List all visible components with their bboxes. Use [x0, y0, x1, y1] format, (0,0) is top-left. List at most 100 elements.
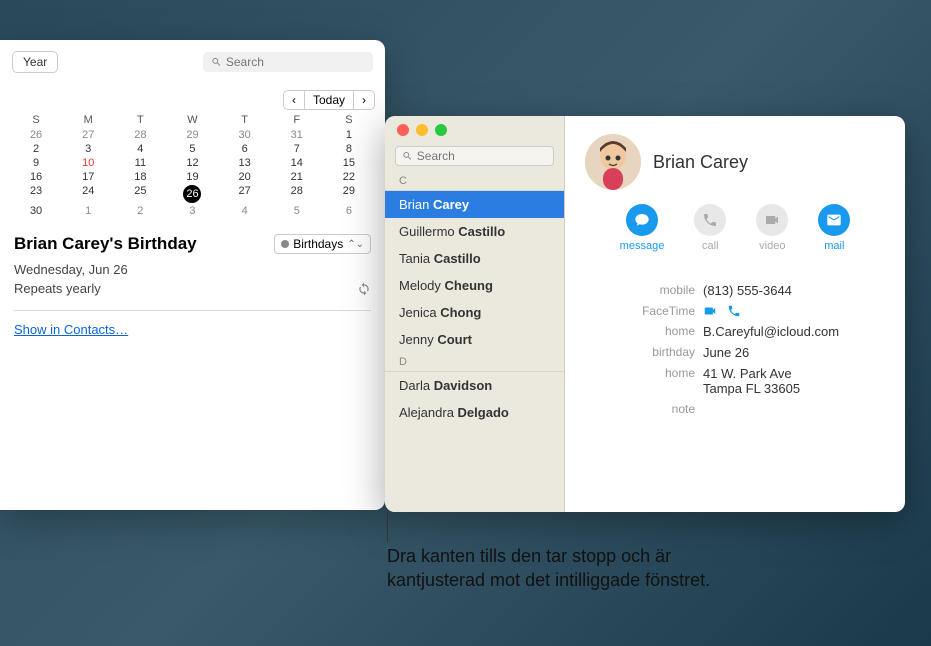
dow-header: S [10, 112, 62, 128]
divider [14, 310, 371, 311]
calendar-day[interactable]: 12 [166, 156, 218, 170]
calendar-day[interactable]: 6 [219, 142, 271, 156]
calendar-day[interactable]: 4 [219, 204, 271, 218]
contact-detail: Brian Carey message call video mail mobi… [565, 116, 905, 512]
calendar-day[interactable]: 30 [10, 204, 62, 218]
calendar-day[interactable]: 24 [62, 184, 114, 204]
calendar-day[interactable]: 28 [114, 128, 166, 142]
field-home-address: home 41 W. Park Ave Tampa FL 33605 [585, 363, 885, 399]
calendar-day[interactable]: 29 [323, 184, 375, 204]
calendar-day[interactable]: 26 [10, 128, 62, 142]
calendar-day[interactable]: 10 [62, 156, 114, 170]
calendar-day[interactable]: 30 [219, 128, 271, 142]
contact-list-item[interactable]: Alejandra Delgado [385, 399, 564, 426]
chevron-updown-icon: ⌃⌄ [347, 239, 364, 250]
search-icon [211, 56, 222, 68]
calendar-day[interactable]: 5 [166, 142, 218, 156]
contact-list-item[interactable]: Tania Castillo [385, 245, 564, 272]
contacts-list[interactable]: CBrian CareyGuillermo CastilloTania Cast… [385, 172, 564, 426]
category-dot-icon [281, 240, 289, 248]
facetime-audio-icon[interactable] [727, 304, 741, 318]
event-category-select[interactable]: Birthdays ⌃⌄ [274, 234, 371, 254]
calendar-day[interactable]: 22 [323, 170, 375, 184]
contact-list-item[interactable]: Jenica Chong [385, 299, 564, 326]
calendar-day[interactable]: 5 [271, 204, 323, 218]
calendar-day[interactable]: 15 [323, 156, 375, 170]
calendar-search[interactable] [203, 52, 373, 72]
field-mobile: mobile (813) 555-3644 [585, 280, 885, 301]
calendar-day[interactable]: 23 [10, 184, 62, 204]
calendar-day[interactable]: 17 [62, 170, 114, 184]
contacts-section-header: D [385, 353, 564, 372]
calendar-day[interactable]: 8 [323, 142, 375, 156]
calendar-day[interactable]: 19 [166, 170, 218, 184]
mail-label: mail [824, 240, 844, 252]
window-traffic-lights [397, 124, 447, 136]
calendar-day[interactable]: 2 [10, 142, 62, 156]
next-button[interactable]: › [354, 90, 375, 110]
contact-fields: mobile (813) 555-3644 FaceTime home B.Ca… [585, 280, 885, 419]
calendar-day[interactable]: 26 [166, 184, 218, 204]
field-home-email: home B.Careyful@icloud.com [585, 321, 885, 342]
field-facetime: FaceTime [585, 301, 885, 321]
calendar-day[interactable]: 28 [271, 184, 323, 204]
contact-list-item[interactable]: Darla Davidson [385, 372, 564, 399]
contact-list-item[interactable]: Jenny Court [385, 326, 564, 353]
calendar-nav: ‹ Today › [10, 90, 375, 110]
contact-name: Brian Carey [653, 152, 748, 173]
calendar-day[interactable]: 13 [219, 156, 271, 170]
calendar-day[interactable]: 20 [219, 170, 271, 184]
maximize-button[interactable] [435, 124, 447, 136]
calendar-month-view: ‹ Today › SMTWTFS26272829303112345678910… [0, 84, 385, 222]
avatar [585, 134, 641, 190]
calendar-day[interactable]: 7 [271, 142, 323, 156]
message-button[interactable]: message [620, 204, 665, 252]
calendar-day[interactable]: 2 [114, 204, 166, 218]
calendar-day[interactable]: 18 [114, 170, 166, 184]
search-icon [402, 150, 413, 162]
contacts-sidebar: CBrian CareyGuillermo CastilloTania Cast… [385, 116, 565, 512]
calendar-day[interactable]: 14 [271, 156, 323, 170]
calendar-day[interactable]: 4 [114, 142, 166, 156]
close-button[interactable] [397, 124, 409, 136]
calendar-day[interactable]: 31 [271, 128, 323, 142]
event-repeat: Repeats yearly [14, 281, 101, 296]
video-button[interactable]: video [756, 204, 788, 252]
calendar-day[interactable]: 1 [323, 128, 375, 142]
calendar-day[interactable]: 27 [62, 128, 114, 142]
calendar-day[interactable]: 3 [62, 142, 114, 156]
contacts-search-input[interactable] [417, 149, 547, 163]
calendar-day[interactable]: 1 [62, 204, 114, 218]
calendar-day[interactable]: 9 [10, 156, 62, 170]
calendar-grid[interactable]: SMTWTFS262728293031123456789101112131415… [10, 112, 375, 218]
field-birthday: birthday June 26 [585, 342, 885, 363]
contact-list-item[interactable]: Melody Cheung [385, 272, 564, 299]
calendar-day[interactable]: 3 [166, 204, 218, 218]
today-button[interactable]: Today [304, 90, 354, 110]
calendar-day[interactable]: 11 [114, 156, 166, 170]
calendar-day[interactable]: 29 [166, 128, 218, 142]
calendar-event-detail: Brian Carey's Birthday Birthdays ⌃⌄ Wedn… [0, 222, 385, 351]
contacts-search[interactable] [395, 146, 554, 166]
calendar-day[interactable]: 21 [271, 170, 323, 184]
callout-text: Dra kanten tills den tar stopp och är ka… [387, 544, 717, 593]
mail-button[interactable]: mail [818, 204, 850, 252]
minimize-button[interactable] [416, 124, 428, 136]
view-year[interactable]: Year [13, 52, 57, 72]
contacts-window: CBrian CareyGuillermo CastilloTania Cast… [385, 116, 905, 512]
calendar-day[interactable]: 27 [219, 184, 271, 204]
calendar-view-segment[interactable]: Year [12, 51, 58, 73]
phone-icon [702, 212, 718, 228]
calendar-search-input[interactable] [226, 55, 365, 69]
call-button[interactable]: call [694, 204, 726, 252]
calendar-day[interactable]: 25 [114, 184, 166, 204]
mail-icon [826, 212, 842, 228]
prev-button[interactable]: ‹ [283, 90, 304, 110]
message-label: message [620, 240, 665, 252]
contact-list-item[interactable]: Brian Carey [385, 191, 564, 218]
contact-list-item[interactable]: Guillermo Castillo [385, 218, 564, 245]
show-in-contacts-link[interactable]: Show in Contacts… [14, 322, 128, 337]
calendar-day[interactable]: 6 [323, 204, 375, 218]
facetime-video-icon[interactable] [703, 304, 717, 318]
calendar-day[interactable]: 16 [10, 170, 62, 184]
